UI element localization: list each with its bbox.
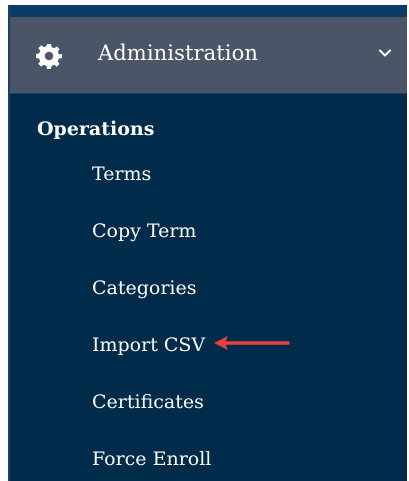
red-arrow-icon bbox=[214, 336, 290, 350]
nav-item-certificates[interactable]: Certificates bbox=[92, 391, 204, 413]
nav-item-terms[interactable]: Terms bbox=[92, 163, 151, 185]
nav-item-import-csv[interactable]: Import CSV bbox=[92, 334, 205, 356]
nav-item-copy-term[interactable]: Copy Term bbox=[92, 220, 196, 242]
top-strip bbox=[10, 5, 407, 17]
admin-sidebar-menu: Administration Operations Terms Copy Ter… bbox=[8, 5, 407, 481]
header-divider bbox=[10, 93, 407, 94]
section-title-operations: Operations bbox=[37, 118, 155, 140]
chevron-down-icon[interactable] bbox=[377, 45, 393, 61]
screenshot-frame: Administration Operations Terms Copy Ter… bbox=[0, 0, 409, 481]
nav-item-force-enroll[interactable]: Force Enroll bbox=[92, 448, 211, 470]
nav-item-categories[interactable]: Categories bbox=[92, 277, 197, 299]
gear-icon bbox=[36, 44, 62, 69]
administration-header[interactable]: Administration bbox=[10, 17, 407, 93]
header-title: Administration bbox=[98, 41, 258, 65]
